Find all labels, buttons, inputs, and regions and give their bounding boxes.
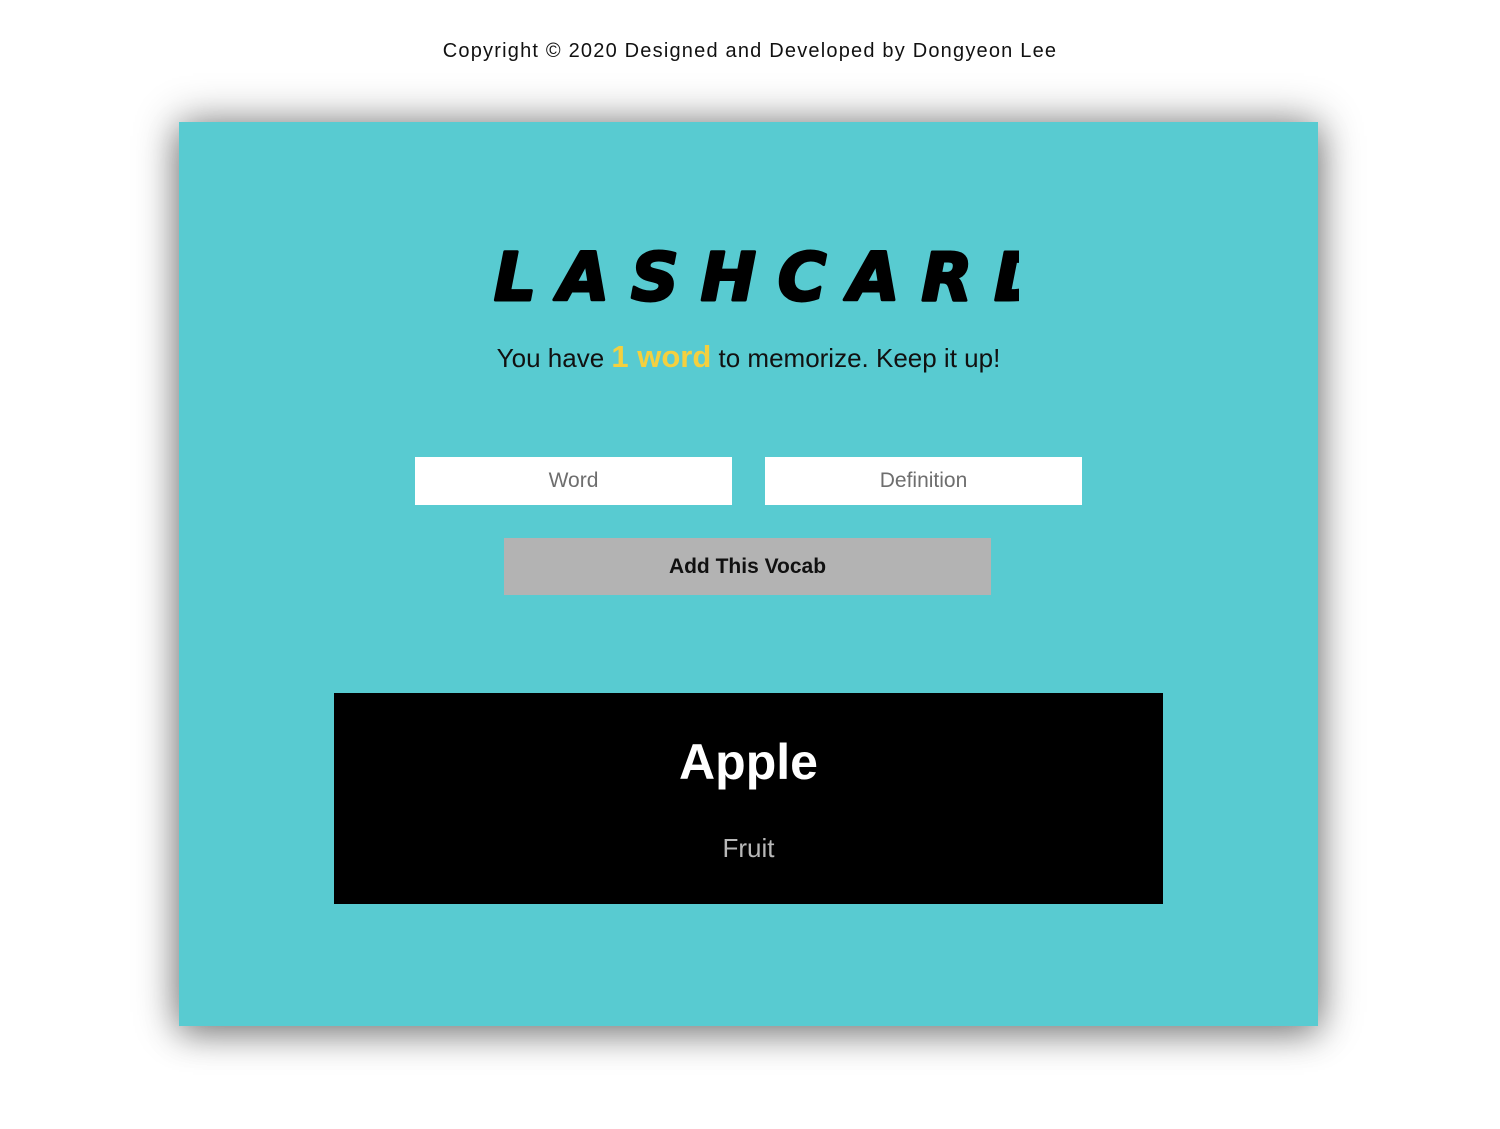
vocab-word: Apple [679,734,818,790]
add-vocab-button[interactable]: Add This Vocab [504,538,991,595]
tagline-suffix: to memorize. Keep it up! [711,343,1001,373]
word-count-message: You have 1 word to memorize. Keep it up! [179,339,1318,375]
word-input[interactable] [415,457,732,505]
copyright-footer: Copyright © 2020 Designed and Developed … [442,40,1058,62]
flashcard-app-panel: FLASHCARD You have 1 word to memorize. K… [179,122,1318,1026]
tagline-prefix: You have [496,343,612,373]
app-title: FLASHCARD [479,239,1019,316]
app-logo: FLASHCARD [179,230,1318,320]
definition-input[interactable] [765,457,1082,505]
word-count-badge: 1 word [611,339,712,374]
vocab-card[interactable]: Apple Fruit [334,693,1163,904]
vocab-definition: Fruit [722,833,775,863]
